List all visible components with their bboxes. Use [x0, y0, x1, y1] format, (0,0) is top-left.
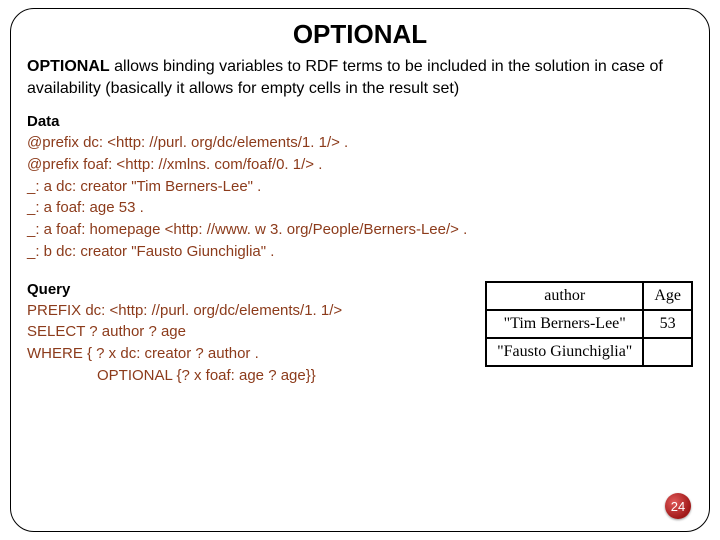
query-column: Query PREFIX dc: <http: //purl. org/dc/e…	[27, 281, 467, 387]
data-heading: Data	[27, 113, 693, 130]
slide-frame: OPTIONAL OPTIONAL allows binding variabl…	[10, 8, 710, 532]
intro-text: allows binding variables to RDF terms to…	[27, 58, 663, 97]
table-row: "Tim Berners-Lee" 53	[486, 310, 692, 338]
query-line: OPTIONAL {? x foaf: age ? age}}	[27, 365, 467, 387]
page-number-badge: 24	[665, 493, 691, 519]
data-line: _: a foaf: age 53 .	[27, 197, 693, 219]
data-block: @prefix dc: <http: //purl. org/dc/elemen…	[27, 132, 693, 263]
query-line: WHERE { ? x dc: creator ? author .	[27, 343, 467, 365]
col-header-age: Age	[643, 282, 692, 310]
table-header-row: author Age	[486, 282, 692, 310]
bottom-row: Query PREFIX dc: <http: //purl. org/dc/e…	[27, 281, 693, 387]
query-block: PREFIX dc: <http: //purl. org/dc/element…	[27, 300, 467, 387]
cell-age	[643, 338, 692, 366]
result-table-wrap: author Age "Tim Berners-Lee" 53 "Fausto …	[485, 281, 693, 367]
slide-title: OPTIONAL	[27, 19, 693, 50]
query-line: SELECT ? author ? age	[27, 321, 467, 343]
data-line: @prefix foaf: <http: //xmlns. com/foaf/0…	[27, 154, 693, 176]
cell-age: 53	[643, 310, 692, 338]
cell-author: "Tim Berners-Lee"	[486, 310, 643, 338]
intro-keyword: OPTIONAL	[27, 58, 110, 75]
cell-author: "Fausto Giunchiglia"	[486, 338, 643, 366]
table-row: "Fausto Giunchiglia"	[486, 338, 692, 366]
result-table: author Age "Tim Berners-Lee" 53 "Fausto …	[485, 281, 693, 367]
data-line: _: a foaf: homepage <http: //www. w 3. o…	[27, 219, 693, 241]
data-line: _: a dc: creator "Tim Berners-Lee" .	[27, 176, 693, 198]
col-header-author: author	[486, 282, 643, 310]
data-line: @prefix dc: <http: //purl. org/dc/elemen…	[27, 132, 693, 154]
data-line: _: b dc: creator "Fausto Giunchiglia" .	[27, 241, 693, 263]
intro-paragraph: OPTIONAL allows binding variables to RDF…	[27, 56, 693, 99]
query-heading: Query	[27, 281, 467, 298]
query-line: PREFIX dc: <http: //purl. org/dc/element…	[27, 300, 467, 322]
